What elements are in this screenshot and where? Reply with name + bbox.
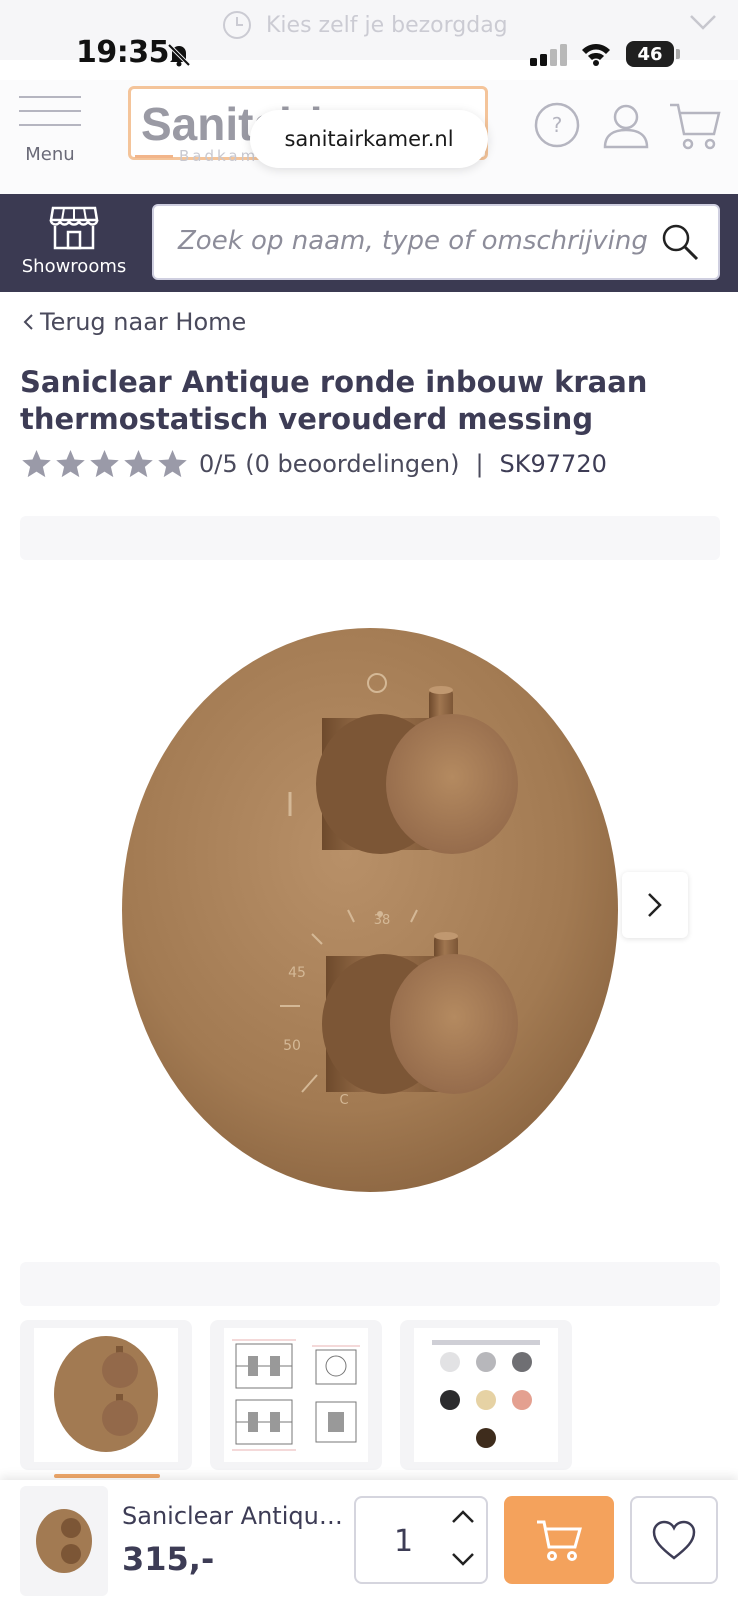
search-band: Showrooms Zoek op naam, type of omschrij… bbox=[0, 194, 738, 292]
sticky-product-name: Saniclear Antique ronde inbouw kraan the… bbox=[122, 1502, 352, 1530]
status-bar: 19:35 46 bbox=[0, 30, 738, 80]
hamburger-icon bbox=[19, 96, 81, 126]
sticky-product-thumbnail bbox=[20, 1486, 108, 1596]
sticky-buy-bar: Saniclear Antique ronde inbouw kraan the… bbox=[0, 1480, 738, 1600]
help-icon[interactable]: ? bbox=[532, 100, 582, 150]
dial-mark-c: C bbox=[339, 1093, 348, 1108]
account-icon[interactable] bbox=[600, 100, 652, 152]
showrooms-button[interactable]: Showrooms bbox=[16, 204, 132, 284]
rating-separator: | bbox=[475, 450, 484, 478]
dial-mark-50: 50 bbox=[283, 1038, 301, 1054]
status-time: 19:35 bbox=[76, 35, 170, 70]
search-input[interactable]: Zoek op naam, type of omschrijving bbox=[152, 204, 720, 280]
svg-text:?: ? bbox=[552, 113, 563, 137]
star-icon bbox=[90, 450, 119, 478]
gallery-top-bar bbox=[20, 516, 720, 560]
star-rating[interactable] bbox=[20, 448, 189, 480]
gallery-thumbnail[interactable] bbox=[400, 1320, 572, 1470]
url-pill[interactable]: sanitairkamer.nl bbox=[250, 110, 488, 168]
thumbnail-color-chart bbox=[432, 1340, 540, 1448]
thumbnail-technical-drawing bbox=[232, 1339, 360, 1451]
search-placeholder: Zoek op naam, type of omschrijving bbox=[178, 226, 648, 256]
thumbnail-product-image bbox=[54, 1336, 158, 1452]
bell-muted-icon bbox=[167, 43, 191, 67]
rating-text[interactable]: 0/5 (0 beoordelingen) bbox=[199, 450, 459, 478]
back-link-label: Terug naar Home bbox=[40, 308, 247, 336]
wifi-icon bbox=[582, 44, 610, 66]
dial-mark-38: 38 bbox=[374, 913, 391, 928]
star-icon bbox=[158, 450, 187, 478]
chevron-right-icon bbox=[648, 893, 662, 917]
quantity-value[interactable]: 1 bbox=[394, 1524, 413, 1559]
dial-mark-45: 45 bbox=[288, 965, 306, 981]
signal-icon bbox=[530, 44, 567, 66]
search-icon[interactable] bbox=[660, 222, 700, 262]
add-to-cart-button[interactable] bbox=[504, 1496, 614, 1584]
site-header: Menu Sanitairkamer Badkamer sanitairkame… bbox=[0, 80, 738, 194]
star-icon bbox=[56, 450, 85, 478]
cart-icon[interactable] bbox=[668, 100, 722, 152]
sticky-product-price: 315,- bbox=[122, 1540, 215, 1578]
wishlist-button[interactable] bbox=[630, 1496, 718, 1584]
cart-icon bbox=[537, 1520, 582, 1561]
chevron-up-icon[interactable] bbox=[450, 1508, 476, 1526]
sticky-product-image bbox=[36, 1509, 92, 1573]
heart-icon bbox=[652, 1520, 696, 1560]
back-link[interactable]: Terug naar Home bbox=[22, 308, 246, 336]
menu-button[interactable]: Menu bbox=[18, 94, 82, 174]
product-rating: 0/5 (0 beoordelingen) | SK97720 bbox=[20, 448, 607, 480]
url-text: sanitairkamer.nl bbox=[284, 127, 454, 151]
gallery-next-button[interactable] bbox=[622, 872, 688, 938]
thumbnail-frame bbox=[414, 1328, 558, 1462]
gallery-thumbnail[interactable] bbox=[210, 1320, 382, 1470]
star-icon bbox=[124, 450, 153, 478]
product-sku: SK97720 bbox=[499, 450, 607, 478]
menu-label: Menu bbox=[25, 144, 75, 165]
thumbnail-frame bbox=[224, 1328, 368, 1462]
battery-level: 46 bbox=[637, 43, 663, 65]
thumbnail-frame bbox=[34, 1328, 178, 1462]
chevron-left-icon bbox=[23, 314, 33, 330]
thumbnail-active-indicator bbox=[54, 1474, 160, 1478]
star-icon bbox=[22, 450, 51, 478]
battery-cap bbox=[676, 49, 680, 59]
chevron-down-icon[interactable] bbox=[688, 12, 718, 32]
product-image[interactable]: 38 45 50 C bbox=[112, 620, 622, 1200]
chevron-down-icon[interactable] bbox=[450, 1550, 476, 1568]
battery-indicator: 46 bbox=[626, 41, 674, 67]
showrooms-label: Showrooms bbox=[21, 256, 127, 277]
gallery-bottom-bar bbox=[20, 1262, 720, 1306]
product-title: Saniclear Antique ronde inbouw kraan the… bbox=[20, 365, 648, 436]
store-icon bbox=[49, 206, 99, 250]
quantity-stepper[interactable]: 1 bbox=[354, 1496, 488, 1584]
gallery-thumbnail[interactable] bbox=[20, 1320, 192, 1470]
